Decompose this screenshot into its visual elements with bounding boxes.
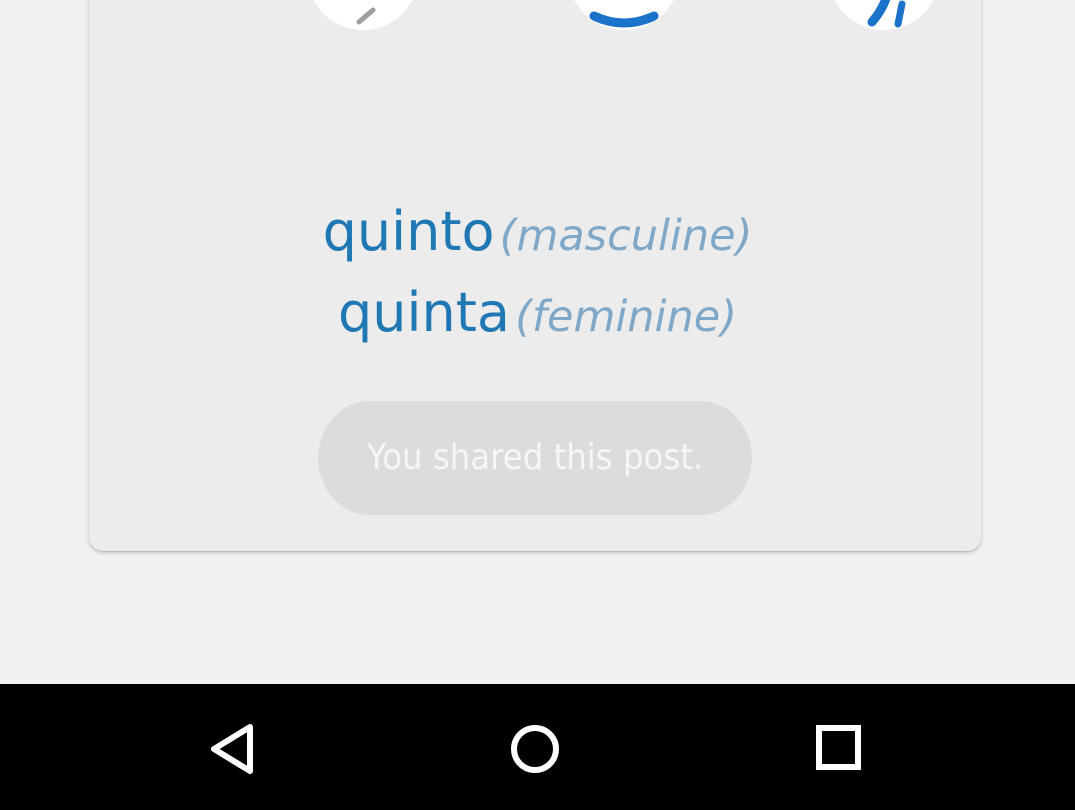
share-target-1-icon[interactable]: [307, 0, 419, 30]
word-forms: quinto (masculine) quinta (feminine): [0, 198, 1075, 360]
home-icon: [511, 725, 559, 773]
word-form-feminine: quinta (feminine): [0, 279, 1075, 360]
system-nav-bar: [0, 684, 1075, 810]
home-button[interactable]: [500, 714, 570, 784]
share-target-3-icon[interactable]: [828, 0, 940, 30]
share-target-2-icon[interactable]: [568, 0, 680, 30]
word-text: quinta: [338, 281, 510, 344]
back-icon: [211, 724, 253, 774]
gender-label: (masculine): [499, 211, 753, 261]
word-form-masculine: quinto (masculine): [0, 198, 1075, 279]
back-button[interactable]: [198, 714, 268, 784]
screen: quinto (masculine) quinta (feminine) You…: [0, 0, 1075, 810]
recents-icon: [816, 725, 861, 770]
gender-label: (feminine): [515, 292, 737, 342]
word-text: quinto: [322, 200, 495, 263]
recents-button[interactable]: [803, 714, 873, 784]
shared-post-button[interactable]: You shared this post.: [318, 401, 752, 515]
